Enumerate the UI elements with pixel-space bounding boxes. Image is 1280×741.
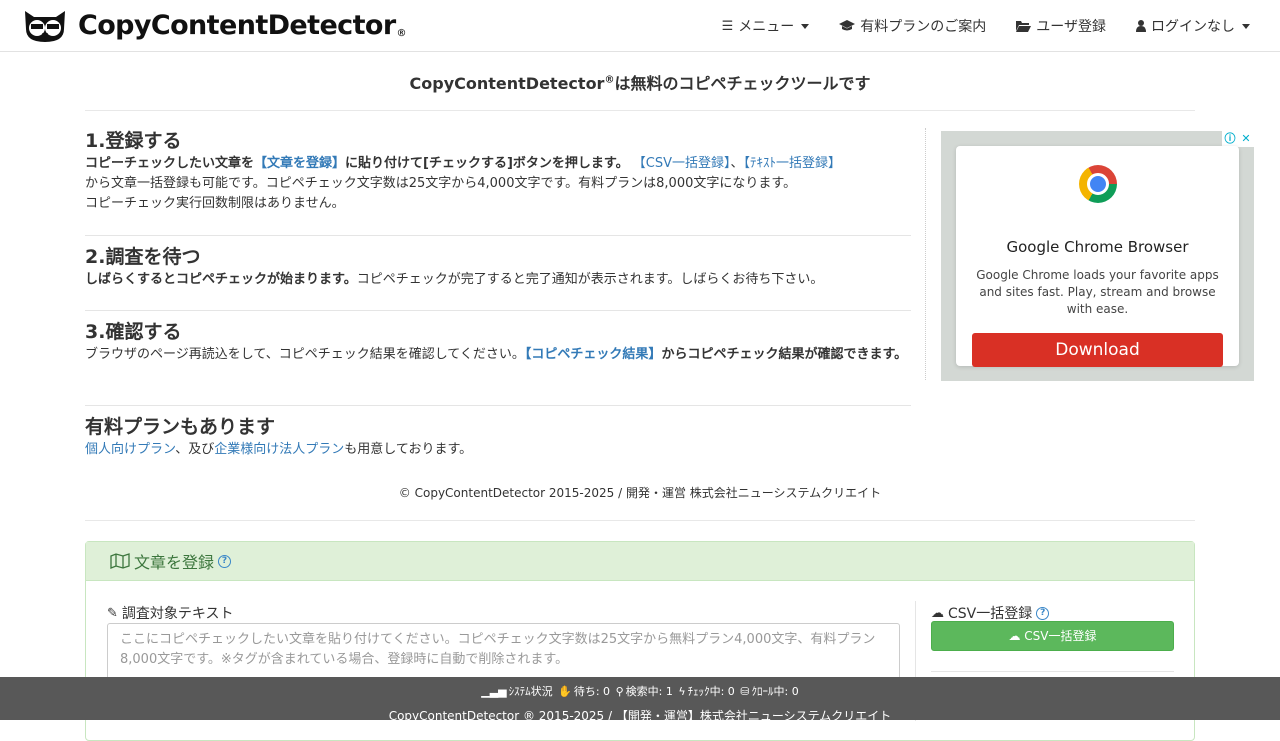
panel-header: 文章を登録 ? [86, 542, 1194, 581]
step-text-line: から文章一括登録も可能です。コピペチェック文字数は25文字から4,000文字です… [85, 176, 797, 191]
link-corporate-plan[interactable]: 企業様向け法人プラン [214, 442, 344, 457]
step-bold-text: に貼り付けて[チェックする]ボタンを押します。 [345, 156, 629, 171]
separator: 、 [730, 156, 744, 171]
divider [85, 110, 1195, 111]
csv-upload-button[interactable]: ☁ CSV一括登録 [931, 621, 1174, 651]
status-checking: ﾁｪｯｸ中: 0 [687, 685, 735, 698]
footer-copyright: CopyContentDetector ® 2015-2025 / 【開発・運営… [388, 709, 892, 723]
caret-down-icon [1242, 23, 1250, 29]
link-register-text[interactable]: 【文章を登録】 [254, 156, 345, 171]
steps-section: 1.登録する コピーチェックしたい文章を【文章を登録】に貼り付けて[チェックする… [85, 128, 911, 460]
step-text-line: ブラウザのページ再読込をして、コピペチェック結果を確認してください。 [85, 347, 525, 362]
link-check-results[interactable]: 【コピペチェック結果】 [525, 347, 662, 362]
step-wait: 2.調査を待つ しばらくするとコピペチェックが始まります。コピペチェックが完了す… [85, 236, 911, 311]
page-headline: CopyContentDetector®は無料のコピペチェックツールです [85, 70, 1195, 94]
bolt-icon: ϟ [678, 685, 686, 698]
step-bold-text: からコピペチェック結果が確認できます。 [661, 347, 908, 362]
main-container: CopyContentDetector®は無料のコピペチェックツールです 1.登… [85, 0, 1254, 741]
column-divider [925, 128, 926, 380]
step-bold-text: しばらくするとコピペチェックが始まります。 [85, 272, 357, 287]
headline-brand: CopyContentDetector [409, 74, 605, 93]
link-text-register[interactable]: 【ﾃｷｽﾄ一括登録】 [744, 156, 842, 171]
step-title: 3.確認する [85, 321, 182, 343]
status-waiting: 待ち: 0 [573, 685, 611, 698]
step-register: 1.登録する コピーチェックしたい文章を【文章を登録】に貼り付けて[チェックする… [85, 128, 911, 236]
csv-label-text: CSV一括登録 [948, 606, 1033, 622]
target-text-label-text: 調査対象テキスト [121, 606, 234, 622]
ad-info-icon[interactable]: ⓘ [1222, 131, 1238, 147]
step-text: コピーチェックしたい文章を【文章を登録】に貼り付けて[チェックする]ボタンを押し… [85, 154, 911, 214]
divider [931, 671, 1174, 672]
system-status: ▁▃▅ ｼｽﾃﾑ状況 ✋ 待ち: 0 ⚲ 検索中: 1 ϟ ﾁｪｯｸ中: 0 ⛁ ｸﾛｰﾙ… [0, 683, 1280, 699]
ad-title: Google Chrome Browser [1006, 238, 1189, 256]
map-icon [110, 553, 130, 569]
advertisement[interactable]: ⓘ ✕ Google Chrome Browser Google Chrome … [941, 131, 1254, 381]
cloud-upload-icon: ☁ [931, 605, 944, 621]
status-footer: ▁▃▅ ｼｽﾃﾑ状況 ✋ 待ち: 0 ⚲ 検索中: 1 ϟ ﾁｪｯｸ中: 0 ⛁ ｸﾛｰﾙ… [0, 677, 1280, 723]
panel-title: 文章を登録 [134, 553, 215, 572]
help-icon[interactable]: ? [218, 554, 232, 568]
step-title: 有料プランもあります [85, 416, 276, 438]
help-icon[interactable]: ? [1036, 606, 1050, 620]
search-icon: ⚲ [615, 685, 624, 698]
ad-download-button[interactable]: Download [972, 333, 1223, 367]
signal-icon: ▁▃▅ [481, 685, 507, 698]
step-paid-plans: 有料プランもあります 個人向けプラン、及び企業様向け法人プランも用意しております… [85, 406, 911, 460]
ad-close-icon[interactable]: ✕ [1238, 131, 1254, 147]
headline-rest: は無料のコピペチェックツールです [614, 74, 871, 93]
cloud-upload-icon: ☁ [1008, 629, 1021, 643]
hand-icon: ✋ [558, 685, 572, 698]
step-bold-text: コピーチェックしたい文章を [85, 156, 255, 171]
step-text: ブラウザのページ再読込をして、コピペチェック結果を確認してください。【コピペチェ… [85, 345, 911, 365]
ad-description: Google Chrome loads your favorite apps a… [976, 268, 1219, 316]
step-title: 1.登録する [85, 130, 182, 152]
ad-card[interactable]: Google Chrome Browser Google Chrome load… [956, 146, 1239, 367]
csv-button-label: CSV一括登録 [1024, 629, 1097, 643]
step-text-line: コピーチェック実行回数制限はありません。 [85, 196, 345, 211]
step-text-line: コピペチェックが完了すると完了通知が表示されます。しばらくお待ち下さい。 [356, 272, 824, 287]
link-personal-plan[interactable]: 個人向けプラン [85, 442, 175, 457]
headline-reg: ® [604, 74, 615, 86]
step-text: しばらくするとコピペチェックが始まります。コピペチェックが完了すると完了通知が表… [85, 270, 911, 290]
divider [85, 520, 1195, 521]
edit-icon: ✎ [107, 605, 118, 621]
step-text-line: も用意しております。 [344, 442, 473, 457]
step-confirm: 3.確認する ブラウザのページ再読込をして、コピペチェック結果を確認してください… [85, 311, 911, 406]
status-crawling: ｸﾛｰﾙ中: 0 [751, 685, 799, 698]
chrome-logo-icon [1079, 165, 1117, 203]
copyright-text: © CopyContentDetector 2015-2025 / 開発・運営 … [398, 486, 882, 500]
step-text: 個人向けプラン、及び企業様向け法人プランも用意しております。 [85, 440, 911, 460]
status-label: ｼｽﾃﾑ状況 [508, 685, 553, 698]
step-text-line: 、及び [175, 442, 215, 457]
link-csv-register[interactable]: 【CSV一括登録】 [633, 156, 731, 171]
status-searching: 検索中: 1 [625, 685, 673, 698]
ad-badges: ⓘ ✕ [1222, 131, 1254, 147]
target-text-label: ✎ 調査対象テキスト [107, 603, 234, 623]
database-icon: ⛁ [740, 685, 750, 698]
owl-logo-icon [25, 11, 65, 42]
step-title: 2.調査を待つ [85, 246, 201, 268]
csv-section-label: ☁ CSV一括登録 ? [931, 603, 1050, 623]
